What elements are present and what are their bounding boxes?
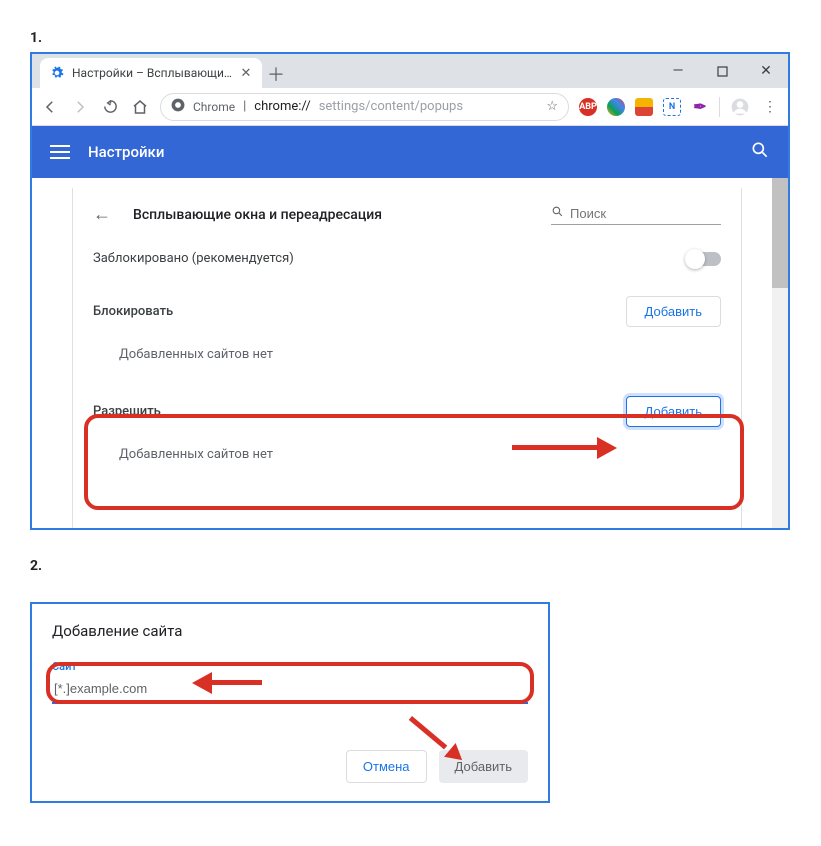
settings-content-area: ← Всплывающие окна и переадресация Забло… — [32, 178, 788, 528]
block-empty-text: Добавленных сайтов нет — [93, 333, 721, 378]
adblock-icon[interactable]: ABP — [579, 98, 597, 116]
header-search-icon[interactable] — [750, 140, 770, 164]
nav-back-icon[interactable] — [40, 97, 60, 117]
extension-bookmark-icon[interactable] — [635, 98, 653, 116]
settings-header: Настройки — [32, 126, 788, 178]
toolbar-divider — [719, 97, 720, 117]
page-search[interactable] — [551, 205, 721, 225]
extension-icons: ABP N ✒ ⋮ — [579, 97, 780, 117]
blocked-toggle[interactable] — [687, 252, 721, 266]
nav-forward-icon — [70, 97, 90, 117]
omnibox-host: chrome:// — [254, 99, 310, 114]
search-icon — [551, 205, 564, 222]
reload-icon[interactable] — [100, 97, 120, 117]
profile-avatar-icon[interactable] — [730, 97, 750, 117]
site-field-label: Сайт — [52, 660, 528, 673]
window-minimize-button[interactable]: — — [656, 56, 700, 86]
page-search-input[interactable] — [570, 206, 721, 221]
allow-section-title: Разрешить — [93, 404, 161, 419]
step-1-label: 1. — [30, 30, 791, 46]
add-site-dialog: Добавление сайта Сайт Отмена Добавить — [30, 602, 550, 803]
block-section-title: Блокировать — [93, 304, 173, 319]
page-header-row: ← Всплывающие окна и переадресация — [93, 204, 721, 225]
settings-page: ← Всплывающие окна и переадресация Забло… — [72, 188, 742, 528]
gear-icon — [50, 66, 64, 80]
settings-title: Настройки — [88, 143, 164, 161]
omnibox-separator: | — [243, 99, 246, 114]
toolbar: Chrome | chrome:// settings/content/popup… — [32, 88, 788, 126]
window-maximize-button[interactable] — [700, 56, 744, 86]
step-2-label: 2. — [30, 558, 791, 574]
page-title: Всплывающие окна и переадресация — [133, 207, 382, 223]
browser-window: Настройки – Всплывающие окн ✕ ＋ — ✕ — [30, 52, 790, 530]
tab-close-icon[interactable]: ✕ — [240, 67, 252, 79]
allow-empty-text: Добавленных сайтов нет — [93, 433, 721, 478]
dialog-cancel-button[interactable]: Отмена — [346, 750, 427, 783]
site-input[interactable] — [52, 675, 528, 704]
window-controls: — ✕ — [656, 54, 788, 88]
window-close-button[interactable]: ✕ — [744, 56, 788, 86]
extension-feather-icon[interactable]: ✒ — [691, 98, 709, 116]
dialog-actions: Отмена Добавить — [52, 750, 528, 783]
extension-n-icon[interactable]: N — [663, 98, 681, 116]
blocked-toggle-row: Заблокировано (рекомендуется) — [93, 231, 721, 286]
dialog-title: Добавление сайта — [52, 622, 528, 640]
omnibox-path: settings/content/popups — [319, 99, 463, 114]
home-icon[interactable] — [130, 97, 150, 117]
page-back-icon[interactable]: ← — [93, 204, 111, 225]
chrome-logo-icon — [171, 98, 185, 116]
allow-section-header: Разрешить Добавить — [93, 386, 721, 433]
blocked-label: Заблокировано (рекомендуется) — [93, 251, 294, 266]
bookmark-star-icon[interactable]: ☆ — [546, 99, 558, 114]
block-section-header: Блокировать Добавить — [93, 286, 721, 333]
scrollbar-thumb[interactable] — [772, 178, 788, 288]
kebab-menu-icon[interactable]: ⋮ — [760, 97, 780, 117]
window-titlebar: Настройки – Всплывающие окн ✕ ＋ — ✕ — [32, 54, 788, 88]
browser-tab[interactable]: Настройки – Всплывающие окн ✕ — [40, 58, 262, 88]
block-add-button[interactable]: Добавить — [626, 296, 721, 327]
vertical-scrollbar[interactable] — [772, 178, 788, 528]
new-tab-button[interactable]: ＋ — [262, 60, 290, 88]
extension-globe-icon[interactable] — [607, 98, 625, 116]
secure-label: Chrome — [193, 100, 235, 114]
address-bar[interactable]: Chrome | chrome:// settings/content/popup… — [160, 93, 569, 121]
allow-add-button[interactable]: Добавить — [626, 396, 721, 427]
tab-title: Настройки – Всплывающие окн — [72, 66, 232, 80]
dialog-add-button[interactable]: Добавить — [439, 750, 528, 783]
hamburger-menu-icon[interactable] — [50, 145, 70, 159]
